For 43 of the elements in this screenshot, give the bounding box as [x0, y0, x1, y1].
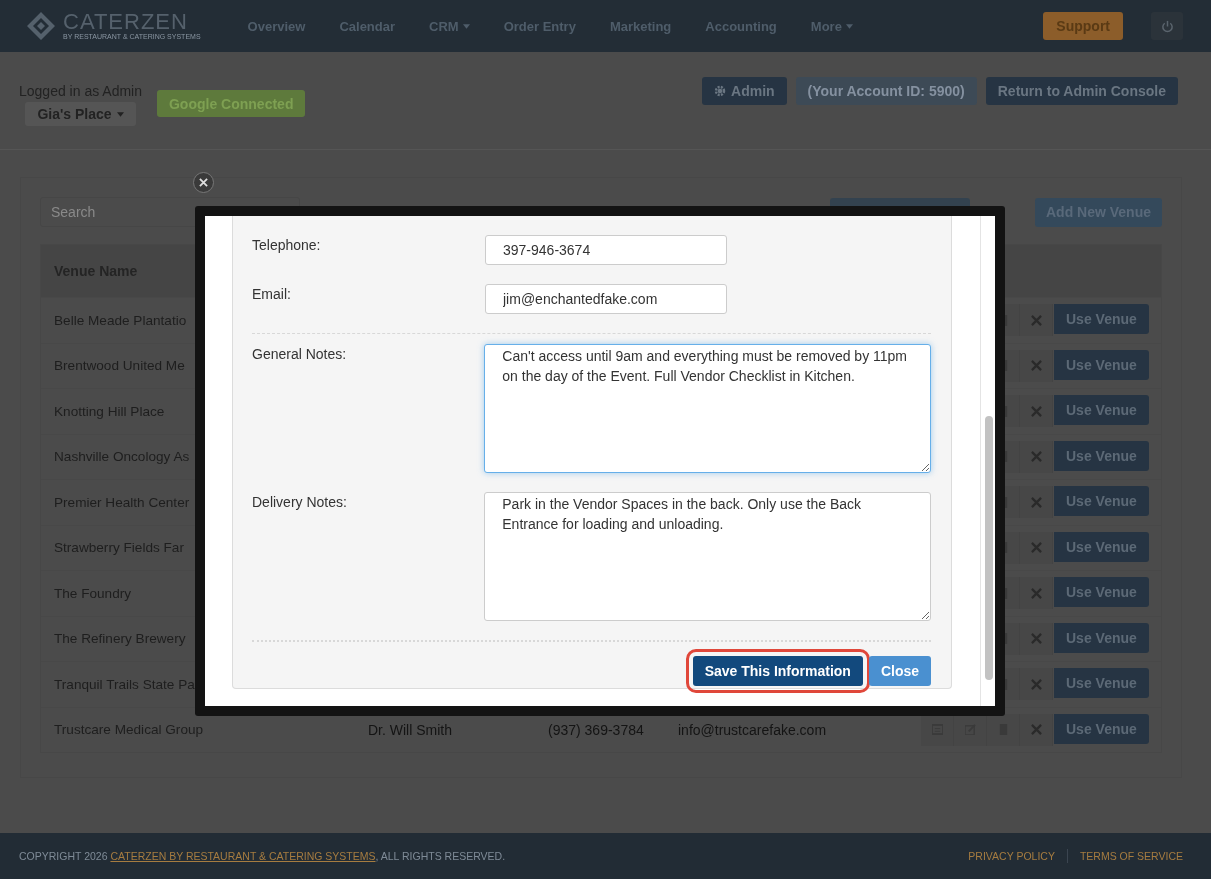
table-cell: info@trustcarefake.com	[678, 721, 827, 738]
action-button[interactable]	[1020, 577, 1053, 610]
delete-icon	[1030, 451, 1042, 463]
delete-icon	[1030, 496, 1042, 508]
field-label: Telephone:	[252, 236, 322, 255]
action-button[interactable]	[1020, 713, 1053, 746]
delete-icon	[1030, 360, 1042, 372]
footer-link[interactable]: PRIVACY POLICY	[968, 850, 1055, 862]
delete-icon	[1030, 405, 1042, 417]
action-button[interactable]	[1020, 668, 1053, 701]
field-label: General Notes:	[252, 345, 348, 364]
action-button[interactable]	[1020, 349, 1053, 382]
logo-icon	[25, 10, 57, 42]
delete-icon	[1030, 678, 1042, 690]
power-icon	[1160, 19, 1174, 33]
delete-icon	[1030, 633, 1042, 645]
action-button[interactable]	[1020, 440, 1053, 473]
header-button[interactable]: Return to Admin Console	[985, 77, 1178, 105]
delete-icon	[1030, 724, 1042, 736]
field-label: Email:	[252, 285, 292, 304]
close-button[interactable]: Close	[868, 656, 931, 686]
delete-icon	[1030, 314, 1042, 326]
notes-field[interactable]: Park in the Vendor Spaces in the back. Only use the Back Entrance for loading and unloading.	[484, 492, 931, 621]
action-button[interactable]	[987, 713, 1020, 746]
power-button[interactable]	[1151, 12, 1183, 40]
scrollbar[interactable]	[985, 416, 993, 680]
action-button[interactable]	[1020, 395, 1053, 428]
input-field[interactable]: jim@enchantedfake.com	[485, 284, 727, 314]
notes-field[interactable]: Can't access until 9am and everything must be removed by 11pm on the day of the Event. Full Vendor Checklist in Kitchen.	[484, 344, 931, 473]
caret-icon	[116, 111, 124, 117]
delete-icon	[1030, 542, 1042, 554]
field-label: Delivery Notes:	[252, 493, 348, 512]
action-button[interactable]	[1020, 304, 1053, 337]
admin-button[interactable]: Admin	[702, 77, 787, 105]
table-cell: (937) 369-3784	[548, 721, 644, 738]
footer-link[interactable]: TERMS OF SERVICE	[1079, 850, 1183, 862]
action-button[interactable]	[1020, 486, 1053, 519]
delete-icon	[1030, 587, 1042, 599]
input-field[interactable]: 397-946-3674	[485, 235, 727, 265]
copyright-text: COPYRIGHT 2026 CATERZEN BY RESTAURANT & CATERING SYSTEMS, ALL RIGHTS RESERVED.	[19, 850, 506, 862]
action-button[interactable]	[1020, 531, 1053, 564]
gear-icon	[714, 85, 727, 97]
action-button[interactable]	[1020, 622, 1053, 655]
